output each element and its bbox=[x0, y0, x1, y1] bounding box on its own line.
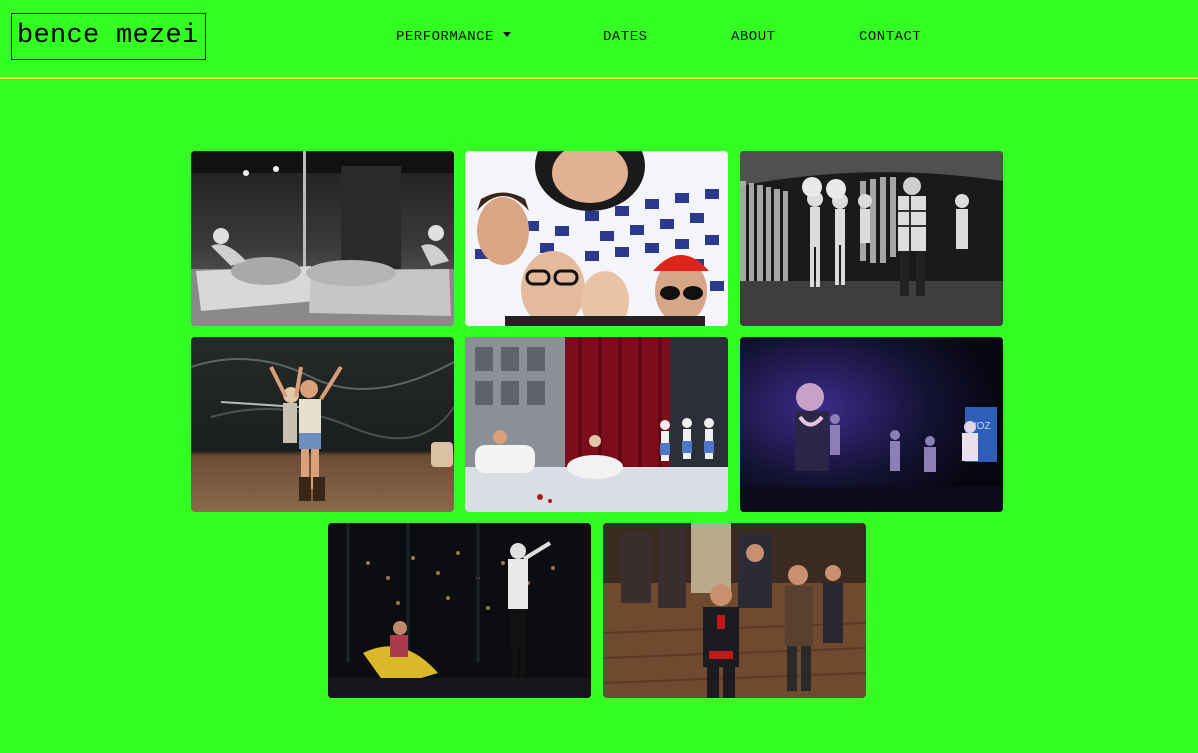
gallery-photo-4[interactable] bbox=[191, 337, 454, 512]
page: bence mezei PERFORMANCE DATES ABOUT CONT… bbox=[0, 0, 1198, 753]
nav-dates[interactable]: DATES bbox=[603, 28, 648, 46]
gallery-photo-7[interactable] bbox=[328, 523, 591, 698]
gallery-photo-2[interactable] bbox=[465, 151, 728, 326]
gallery-photo-1[interactable] bbox=[191, 151, 454, 326]
gallery-photo-5[interactable] bbox=[465, 337, 728, 512]
photo-8-image bbox=[603, 523, 866, 698]
gallery-photo-6[interactable]: VOZ bbox=[740, 337, 1003, 512]
nav-performance-label: PERFORMANCE bbox=[396, 29, 494, 45]
photo-5-image bbox=[465, 337, 728, 512]
nav-contact[interactable]: CONTACT bbox=[859, 28, 921, 46]
gallery-photo-8[interactable] bbox=[603, 523, 866, 698]
photo-3-image bbox=[740, 151, 1003, 326]
gallery-photo-3[interactable] bbox=[740, 151, 1003, 326]
photo-2-image bbox=[465, 151, 728, 326]
photo-1-image bbox=[191, 151, 454, 326]
photo-4-image bbox=[191, 337, 454, 512]
chevron-down-icon bbox=[502, 32, 511, 37]
photo-7-image bbox=[328, 523, 591, 698]
photo-6-image: VOZ bbox=[740, 337, 1003, 512]
nav-about[interactable]: ABOUT bbox=[731, 28, 776, 46]
site-header: bence mezei PERFORMANCE DATES ABOUT CONT… bbox=[0, 0, 1198, 79]
site-logo[interactable]: bence mezei bbox=[11, 13, 206, 60]
nav-performance[interactable]: PERFORMANCE bbox=[396, 28, 511, 46]
